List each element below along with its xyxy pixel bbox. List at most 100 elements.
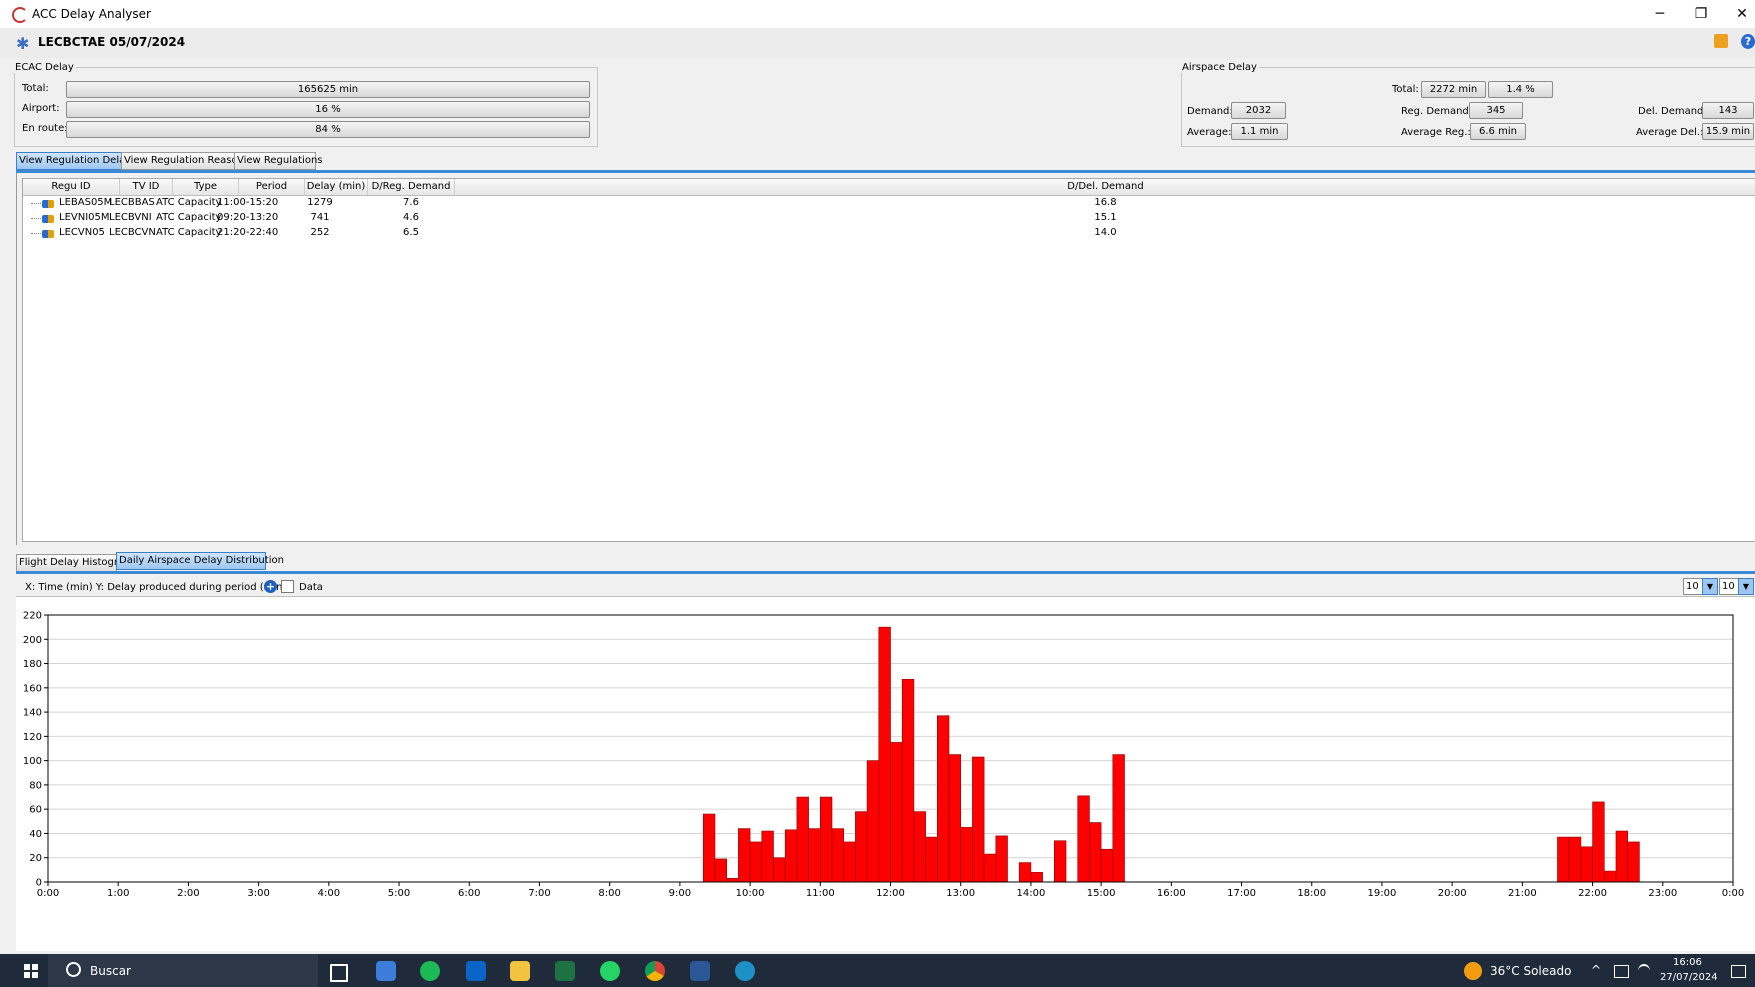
app-icon bbox=[12, 7, 28, 23]
weather-text: 36°C Soleado bbox=[1490, 964, 1572, 978]
bar bbox=[1100, 848, 1114, 883]
bar bbox=[819, 796, 833, 883]
outlook-icon[interactable] bbox=[466, 961, 486, 981]
y-tick-label: 220 bbox=[23, 611, 42, 622]
spotify-icon[interactable] bbox=[420, 961, 440, 981]
bar bbox=[796, 796, 809, 883]
bar bbox=[948, 754, 962, 883]
bar bbox=[1054, 840, 1067, 883]
bar bbox=[1018, 862, 1032, 883]
y-tick-label: 200 bbox=[23, 635, 42, 646]
weather-sun-icon bbox=[1464, 962, 1482, 980]
minimize-button[interactable]: ─ bbox=[1640, 3, 1680, 25]
bar bbox=[855, 811, 868, 883]
file-explorer-icon[interactable] bbox=[510, 961, 530, 981]
y-tick-label: 120 bbox=[23, 732, 42, 743]
spinner-2-chevron-down-icon[interactable]: ▼ bbox=[1738, 578, 1754, 595]
bar bbox=[901, 679, 915, 883]
clock-date: 27/07/2024 bbox=[1660, 972, 1718, 983]
airspace-total-label: Total: bbox=[1392, 84, 1419, 95]
col-type[interactable]: Type bbox=[173, 179, 239, 196]
x-tick-label: 2:00 bbox=[177, 888, 199, 899]
bar bbox=[878, 626, 891, 883]
bar bbox=[726, 878, 739, 883]
tab-daily-airspace-delay-distribution[interactable]: Daily Airspace Delay Distribution bbox=[116, 552, 284, 570]
network-icon[interactable] bbox=[1614, 965, 1629, 978]
y-tick-label: 140 bbox=[23, 708, 42, 719]
restore-button[interactable]: ❐ bbox=[1681, 3, 1721, 25]
taskbar: Buscar 36°C Soleado ^ 16:06 27/07/2024 bbox=[0, 954, 1755, 987]
x-tick-label: 21:00 bbox=[1508, 888, 1537, 899]
table-cell: LECVN05 bbox=[59, 227, 105, 238]
average-del-value: 15.9 min bbox=[1702, 123, 1754, 140]
bar bbox=[983, 853, 997, 883]
average-reg-value: 6.6 min bbox=[1470, 123, 1526, 140]
table-cell: LEBAS05M bbox=[59, 197, 113, 208]
table-cell: 21:20-22:40 bbox=[217, 227, 279, 238]
col-d-del-demand[interactable]: D/Del. Demand bbox=[455, 179, 1755, 196]
table-cell: ATC Capacity bbox=[156, 212, 222, 223]
bar bbox=[925, 836, 938, 883]
data-checkbox[interactable] bbox=[281, 580, 294, 593]
windows-start-icon[interactable] bbox=[24, 964, 38, 978]
word-icon[interactable] bbox=[690, 961, 710, 981]
tree-connector bbox=[31, 203, 41, 204]
excel-icon[interactable] bbox=[555, 961, 575, 981]
task-view-icon[interactable] bbox=[330, 964, 348, 982]
close-button[interactable]: ✕ bbox=[1722, 3, 1755, 25]
regulation-icon bbox=[42, 215, 54, 223]
lock-icon[interactable] bbox=[1714, 34, 1728, 48]
bar bbox=[995, 835, 1008, 883]
airspace-delay-legend: Airspace Delay bbox=[1182, 62, 1257, 73]
search-icon bbox=[66, 962, 81, 977]
table-cell: 15.1 bbox=[1094, 212, 1117, 223]
col-tv-id[interactable]: TV ID bbox=[120, 179, 173, 196]
bar bbox=[1557, 836, 1570, 883]
tab-flight-delay-histogram[interactable]: Flight Delay Histogram bbox=[16, 554, 117, 572]
table-cell: 09:20-13:20 bbox=[217, 212, 279, 223]
tab-view-regulations[interactable]: View Regulations bbox=[234, 152, 323, 170]
table-cell: 11:00-15:20 bbox=[217, 197, 279, 208]
taskbar-search[interactable]: Buscar bbox=[48, 954, 318, 987]
help-icon[interactable]: ? bbox=[1741, 34, 1755, 49]
edge-icon[interactable] bbox=[735, 961, 755, 981]
table-cell: 4.6 bbox=[403, 212, 419, 223]
x-tick-label: 6:00 bbox=[458, 888, 480, 899]
header-bar: ✱ LECBCTAE 05/07/2024 ? bbox=[0, 28, 1755, 58]
bar bbox=[738, 828, 751, 883]
add-icon[interactable]: + bbox=[264, 580, 277, 593]
bar bbox=[937, 715, 950, 883]
spinner-1-chevron-down-icon[interactable]: ▼ bbox=[1702, 578, 1718, 595]
airspace-total-value: 2272 min bbox=[1421, 81, 1486, 98]
tab-view-regulation-delays[interactable]: View Regulation Delays bbox=[16, 152, 136, 170]
tab-view-regulation-reasons[interactable]: View Regulation Reasons bbox=[121, 152, 249, 170]
bar bbox=[1089, 822, 1102, 883]
ecac-total-bar: 165625 min bbox=[66, 81, 590, 98]
y-tick-label: 160 bbox=[23, 683, 42, 694]
average-value: 1.1 min bbox=[1231, 123, 1288, 140]
snowflake-icon: ✱ bbox=[16, 34, 30, 53]
tree-connector bbox=[31, 233, 41, 234]
tray-chevron-up-icon[interactable]: ^ bbox=[1591, 963, 1601, 977]
bar bbox=[866, 760, 880, 883]
x-tick-label: 17:00 bbox=[1227, 888, 1256, 899]
bar bbox=[960, 827, 973, 883]
whatsapp-icon[interactable] bbox=[600, 961, 620, 981]
del-demand-label: Del. Demand: bbox=[1638, 106, 1707, 117]
notifications-icon[interactable] bbox=[1731, 965, 1746, 978]
taskbar-search-text: Buscar bbox=[90, 964, 131, 978]
x-tick-label: 11:00 bbox=[806, 888, 835, 899]
clock-time: 16:06 bbox=[1673, 957, 1702, 968]
x-tick-label: 3:00 bbox=[247, 888, 269, 899]
table-cell: 6.5 bbox=[403, 227, 419, 238]
chrome-icon[interactable] bbox=[645, 961, 665, 981]
col-d-reg-demand[interactable]: D/Reg. Demand bbox=[368, 179, 455, 196]
regulation-icon bbox=[42, 230, 54, 238]
col-period[interactable]: Period bbox=[239, 179, 305, 196]
col-regu-id[interactable]: Regu ID bbox=[23, 179, 120, 196]
col-delay[interactable]: Delay (min) bbox=[305, 179, 368, 196]
shield-icon[interactable] bbox=[376, 961, 396, 981]
tree-connector bbox=[31, 218, 41, 219]
wifi-icon[interactable] bbox=[1638, 964, 1650, 978]
bar bbox=[831, 828, 844, 883]
